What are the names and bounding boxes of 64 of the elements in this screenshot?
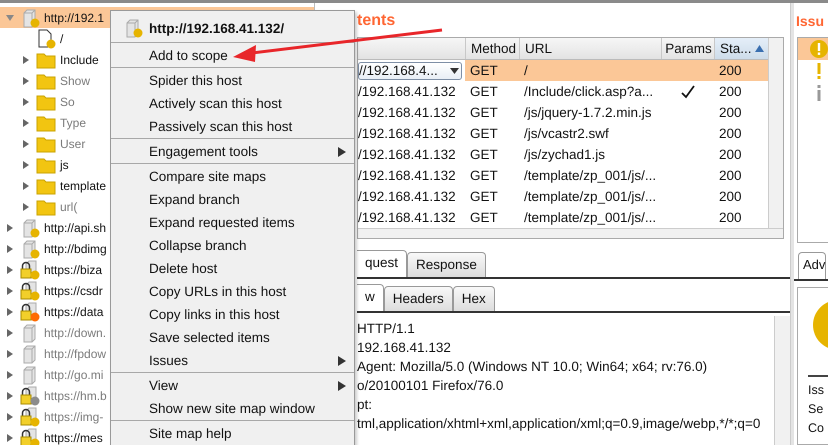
request-line: o/20100101 Firefox/76.0 bbox=[357, 377, 504, 395]
tree-item-label: Include bbox=[60, 52, 99, 66]
table-cell: GET bbox=[470, 210, 498, 225]
tree-item-label: https://biza bbox=[44, 262, 102, 276]
detail-label: Se bbox=[808, 402, 824, 418]
request-line: pt: bbox=[357, 396, 374, 414]
tree-item-label: https://data bbox=[44, 304, 104, 318]
table-cell: /192.168.41.132 bbox=[358, 105, 456, 120]
panel-title: tents bbox=[357, 11, 396, 31]
tree-item-label: http://api.sh bbox=[44, 220, 106, 234]
tree-item-label: User bbox=[60, 136, 86, 150]
table-cell: GET bbox=[470, 126, 498, 141]
table-cell: GET bbox=[470, 147, 498, 162]
table-cell: GET bbox=[470, 63, 498, 78]
tree-item-label: js bbox=[60, 158, 69, 172]
table-cell: /template/zp_001/js/... bbox=[524, 210, 656, 225]
table-cell: 200 bbox=[719, 147, 742, 162]
tree-item-label: https://mes bbox=[44, 430, 103, 444]
table-cell: 200 bbox=[719, 84, 742, 99]
tree-item-label: https://csdr bbox=[44, 284, 103, 298]
detail-label: Iss bbox=[808, 383, 825, 399]
table-cell: GET bbox=[470, 189, 498, 204]
table-cell: /192.168.41.132 bbox=[358, 168, 456, 183]
tree-item-label: https://hm.b bbox=[44, 388, 107, 402]
table-cell: /template/zp_001/js/... bbox=[524, 189, 656, 204]
tree-item-label: So bbox=[60, 94, 75, 108]
request-line: Agent: Mozilla/5.0 (Windows NT 10.0; Win64; x64; rv:76.0) bbox=[357, 358, 708, 376]
tree-item-label: Type bbox=[60, 116, 86, 130]
table-cell: 200 bbox=[719, 126, 742, 141]
table-cell: /192.168.41.132 bbox=[358, 84, 456, 99]
tree-item-label: http://fpdow bbox=[44, 346, 106, 360]
tree-item-label: template bbox=[60, 178, 106, 192]
tree-item-label: http://192.1 bbox=[44, 10, 104, 24]
panel-title: Issu bbox=[795, 12, 826, 31]
tree-item-label: https://img- bbox=[44, 410, 104, 424]
table-cell: /js/vcastr2.swf bbox=[524, 126, 609, 141]
table-cell: /js/zychad1.js bbox=[524, 147, 606, 162]
detail-label: Co bbox=[808, 421, 825, 437]
table-cell: /192.168.41.132 bbox=[358, 126, 456, 141]
table-cell: /Include/click.asp?a... bbox=[524, 84, 654, 99]
table-cell: /js/jquery-1.7.2.min.js bbox=[524, 105, 652, 120]
table-cell: /template/zp_001/js/... bbox=[524, 168, 656, 183]
table-cell: /192.168.41.132 bbox=[358, 210, 456, 225]
table-cell: 200 bbox=[719, 210, 742, 225]
table-cell: 200 bbox=[719, 63, 742, 78]
menu-title: http://192.168.41.132/ bbox=[149, 20, 284, 36]
tree-item-label: Show bbox=[60, 74, 90, 88]
tree-item-label: http://go.mi bbox=[44, 368, 104, 382]
table-cell: /192.168.41.132 bbox=[358, 147, 456, 162]
table-cell: GET bbox=[470, 84, 498, 99]
request-line: HTTP/1.1 bbox=[357, 320, 416, 338]
table-cell: 200 bbox=[719, 189, 742, 204]
table-cell: /192.168.41.132 bbox=[358, 189, 456, 204]
table-cell: 200 bbox=[719, 168, 742, 183]
tree-item-label: http://down. bbox=[44, 326, 106, 340]
request-line: 192.168.41.132 bbox=[357, 339, 452, 357]
tree-item-label: / bbox=[60, 32, 64, 46]
table-cell: 200 bbox=[719, 105, 742, 120]
table-cell: GET bbox=[470, 105, 498, 120]
table-cell: GET bbox=[470, 168, 498, 183]
tree-item-label: http://bdimg bbox=[44, 242, 107, 256]
request-line: tml,application/xhtml+xml,application/xml;q=0.9,image/webp,*/*;q=0 bbox=[357, 415, 762, 433]
table-cell: / bbox=[524, 63, 528, 78]
tree-item-label: url( bbox=[60, 200, 78, 214]
